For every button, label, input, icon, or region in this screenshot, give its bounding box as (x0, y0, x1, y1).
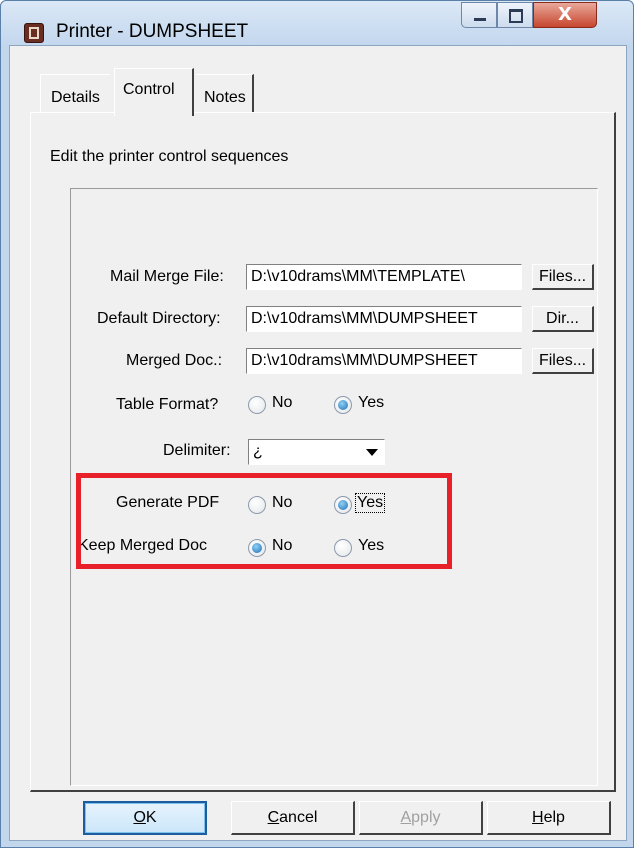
generate-pdf-no-radio[interactable] (248, 496, 266, 514)
default-directory-label: Default Directory: (97, 310, 221, 327)
generate-pdf-yes-label[interactable]: Yes (354, 493, 386, 513)
help-rest: elp (543, 808, 565, 826)
cancel-rest: ancel (279, 808, 318, 826)
chevron-down-icon[interactable] (366, 449, 378, 456)
table-format-label: Table Format? (116, 396, 219, 413)
table-format-yes-radio[interactable] (334, 396, 352, 414)
help-button[interactable]: Help (487, 801, 611, 835)
default-directory-input[interactable] (246, 306, 522, 332)
minimize-icon[interactable] (461, 2, 497, 28)
table-format-no-label[interactable]: No (272, 394, 292, 412)
generate-pdf-no-label[interactable]: No (272, 494, 292, 512)
merged-doc-label: Merged Doc.: (126, 352, 223, 369)
keep-merged-doc-yes-radio[interactable] (334, 539, 352, 557)
delimiter-selected-value: ¿ (253, 443, 263, 460)
mail-merge-files-button[interactable]: Files... (532, 264, 594, 290)
merged-doc-input[interactable] (246, 348, 522, 374)
table-format-yes-label[interactable]: Yes (358, 394, 384, 412)
close-button[interactable]: X (533, 2, 597, 28)
help-accel: H (532, 808, 544, 826)
table-format-no-radio[interactable] (248, 396, 266, 414)
tab-notes-label: Notes (204, 89, 246, 106)
cancel-accel: C (267, 808, 280, 826)
title-bar[interactable]: Printer - DUMPSHEET X (1, 1, 633, 45)
printer-dialog-window: Printer - DUMPSHEET X Details Control No… (0, 0, 634, 848)
apply-accel: A (400, 808, 412, 826)
mail-merge-file-label: Mail Merge File: (110, 268, 224, 285)
ok-accel: O (133, 809, 146, 826)
default-directory-dir-button[interactable]: Dir... (532, 306, 594, 332)
generate-pdf-label: Generate PDF (116, 494, 220, 511)
apply-rest: pply (411, 808, 441, 826)
close-icon: X (558, 4, 572, 25)
cancel-button[interactable]: Cancel (231, 801, 355, 835)
generate-pdf-yes-radio[interactable] (334, 496, 352, 514)
keep-merged-doc-yes-label[interactable]: Yes (358, 537, 384, 555)
tab-details[interactable]: Details (40, 74, 110, 112)
keep-merged-doc-label: Keep Merged Doc (78, 537, 207, 554)
tab-notes[interactable]: Notes (196, 74, 254, 112)
instruction-text: Edit the printer control sequences (50, 148, 289, 165)
tab-control-label: Control (123, 81, 175, 98)
mail-merge-file-input[interactable] (246, 264, 522, 290)
delimiter-select[interactable]: ¿ (248, 439, 385, 465)
tab-details-label: Details (51, 89, 100, 106)
apply-button[interactable]: Apply (359, 801, 483, 835)
keep-merged-doc-no-label[interactable]: No (272, 537, 292, 555)
delimiter-label: Delimiter: (163, 442, 231, 459)
window-title: Printer - DUMPSHEET (56, 21, 249, 42)
maximize-icon[interactable] (497, 2, 533, 28)
keep-merged-doc-no-radio[interactable] (248, 539, 266, 557)
tab-control[interactable]: Control (114, 68, 194, 116)
printer-app-icon[interactable] (24, 23, 44, 43)
ok-rest: K (145, 809, 157, 826)
ok-button[interactable]: OK (83, 801, 207, 835)
merged-doc-files-button[interactable]: Files... (532, 348, 594, 374)
dialog-client-area: Details Control Notes Edit the printer c… (9, 45, 627, 841)
